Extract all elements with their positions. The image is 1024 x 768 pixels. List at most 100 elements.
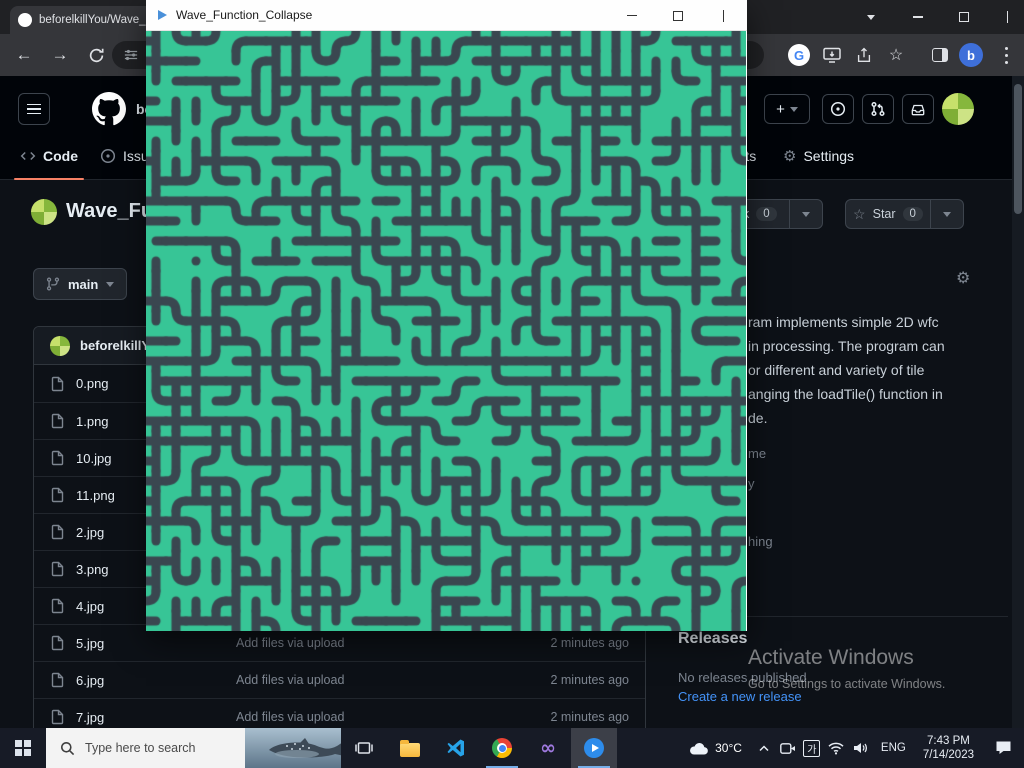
scrollbar-thumb[interactable] (1014, 84, 1022, 214)
star-button[interactable]: ☆ Star 0 (845, 199, 931, 229)
plus-icon: + (776, 101, 785, 118)
cloud-icon (689, 741, 709, 755)
issues-dashboard-button[interactable] (822, 94, 854, 124)
vscode-button[interactable] (433, 728, 479, 768)
minimize-icon (627, 15, 637, 17)
language-indicator[interactable]: ENG (872, 742, 915, 754)
app-close-button[interactable] (701, 0, 747, 31)
chrome-button[interactable] (479, 728, 525, 768)
file-icon (50, 709, 66, 725)
chrome-icon (492, 738, 512, 758)
browser-menu-button[interactable] (994, 34, 1018, 76)
page-scrollbar[interactable] (1012, 76, 1024, 728)
taskbar-clock[interactable]: 7:43 PM 7/14/2023 (915, 734, 982, 762)
issue-opened-icon (100, 148, 116, 164)
weather-widget[interactable]: 30°C (679, 741, 752, 755)
bookmark-button[interactable]: ☆ (882, 34, 910, 76)
activate-windows-watermark: Activate Windows (748, 646, 914, 670)
file-row: 6.jpgAdd files via upload2 minutes ago (34, 661, 645, 698)
file-icon (50, 487, 66, 503)
window-minimize-button[interactable] (896, 0, 940, 34)
side-panel-button[interactable] (926, 34, 954, 76)
forward-button[interactable]: → (44, 34, 76, 76)
ime-icon: 가 (803, 740, 820, 757)
about-settings-gear-icon[interactable]: ⚙ (956, 268, 970, 287)
profile-avatar: b (959, 43, 983, 67)
app-titlebar[interactable]: Wave_Function_Collapse (146, 0, 747, 31)
tray-expand-button[interactable] (752, 728, 776, 768)
github-logo-icon[interactable] (92, 92, 126, 126)
file-name[interactable]: 7.jpg (76, 710, 236, 725)
create-new-button[interactable]: + (764, 94, 810, 124)
wifi-icon (828, 742, 844, 755)
google-g-icon: G (788, 44, 810, 66)
start-button[interactable] (0, 728, 46, 768)
file-icon (50, 376, 66, 392)
branch-selector[interactable]: main (33, 268, 127, 300)
about-meta-fragment: y (748, 476, 755, 491)
tab-code[interactable]: Code (20, 132, 78, 180)
global-nav-menu-button[interactable] (18, 93, 50, 125)
volume-button[interactable] (848, 728, 872, 768)
back-icon: ← (16, 45, 33, 65)
about-text-line: anging the loadTile() function in (748, 382, 1014, 406)
reload-button[interactable] (80, 34, 112, 76)
share-icon (855, 46, 873, 64)
activate-windows-subtext: Go to Settings to activate Windows. (748, 677, 945, 691)
app-maximize-button[interactable] (655, 0, 701, 31)
meet-now-button[interactable] (776, 728, 800, 768)
maximize-icon (959, 12, 969, 22)
purple-app-button[interactable]: ∞ (525, 728, 571, 768)
file-icon (50, 450, 66, 466)
camera-icon (780, 743, 796, 754)
commit-message[interactable]: Add files via upload (236, 673, 550, 687)
forward-icon: → (52, 45, 69, 65)
network-button[interactable] (824, 728, 848, 768)
window-close-button[interactable] (986, 0, 1024, 34)
repo-owner-avatar[interactable] (31, 199, 57, 225)
user-avatar[interactable] (942, 93, 974, 125)
file-icon (50, 524, 66, 540)
file-name[interactable]: 6.jpg (76, 673, 236, 688)
tab-settings[interactable]: ⚙ Settings (783, 132, 854, 180)
file-name[interactable]: 5.jpg (76, 636, 236, 651)
notifications-button[interactable] (902, 94, 934, 124)
chevron-up-icon (759, 745, 769, 752)
star-dropdown-button[interactable] (930, 199, 964, 229)
window-maximize-button[interactable] (942, 0, 986, 34)
whale-shark-image (259, 728, 341, 768)
file-explorer-button[interactable] (387, 728, 433, 768)
commit-time: 2 minutes ago (550, 710, 629, 724)
system-tray: 30°C 가 ENG 7:43 PM 7/14/2023 2 (679, 728, 1024, 768)
maximize-icon (673, 11, 683, 21)
file-icon (50, 413, 66, 429)
back-button[interactable]: ← (8, 34, 40, 76)
play-circle-icon (584, 738, 604, 758)
share-button[interactable] (850, 34, 878, 76)
taskbar-search[interactable]: Type here to search (46, 728, 341, 768)
tab-favicon-icon (18, 13, 32, 27)
commit-message[interactable]: Add files via upload (236, 636, 550, 650)
windows-logo-icon (15, 740, 31, 756)
tab-search-button[interactable] (856, 0, 886, 34)
code-icon (20, 148, 36, 164)
profile-button[interactable]: b (956, 34, 986, 76)
google-extension-button[interactable]: G (784, 34, 814, 76)
running-sketch-button[interactable] (571, 728, 617, 768)
search-highlight-image[interactable] (245, 728, 341, 768)
install-app-button[interactable] (818, 34, 846, 76)
action-center-button[interactable]: 2 (982, 740, 1024, 756)
ime-indicator[interactable]: 가 (800, 728, 824, 768)
fork-dropdown-button[interactable] (789, 199, 823, 229)
pull-requests-button[interactable] (862, 94, 894, 124)
task-view-button[interactable] (341, 728, 387, 768)
commit-author-avatar[interactable] (50, 336, 70, 356)
commit-message[interactable]: Add files via upload (236, 710, 550, 724)
close-icon (718, 10, 730, 22)
releases-heading[interactable]: Releases (678, 630, 747, 648)
volume-icon (852, 741, 868, 755)
side-panel-icon (932, 48, 948, 62)
pull-request-icon (870, 101, 886, 117)
create-release-link[interactable]: Create a new release (678, 689, 802, 704)
app-minimize-button[interactable] (609, 0, 655, 31)
